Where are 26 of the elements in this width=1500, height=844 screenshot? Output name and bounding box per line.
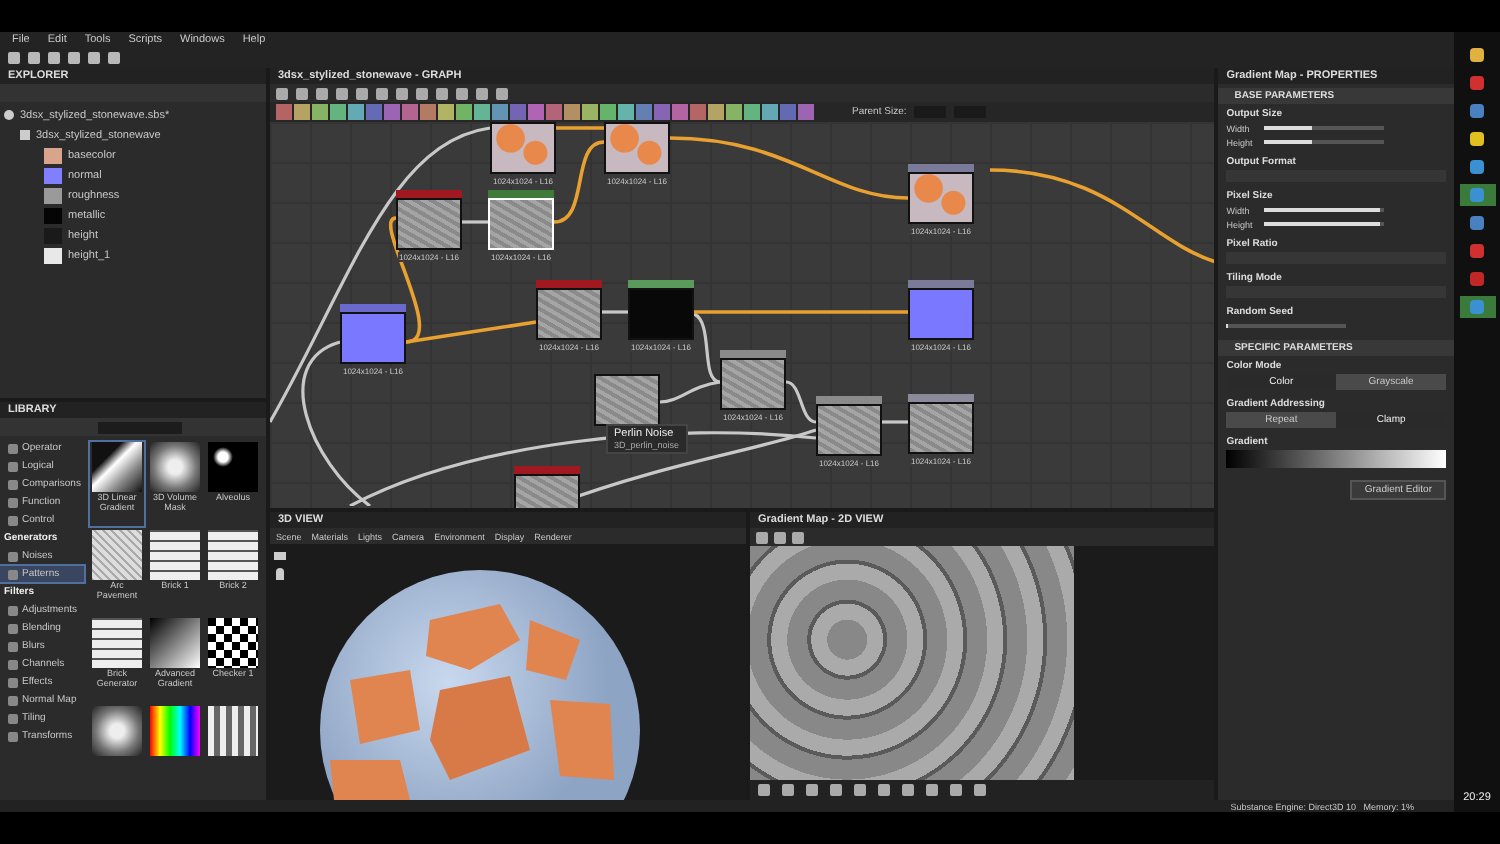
node-thumbnail [628, 288, 694, 340]
node-thumbnail [536, 288, 602, 340]
package-icon [4, 110, 14, 120]
node-wire [785, 380, 817, 424]
node-thumbnail [490, 122, 556, 174]
light-icon[interactable] [276, 568, 284, 580]
node-wire [553, 140, 605, 224]
node-thumbnail [908, 172, 974, 224]
gradient-bar[interactable] [1226, 450, 1446, 468]
node-thumbnail [340, 312, 406, 364]
node-wire [556, 126, 604, 130]
taskbar-app[interactable] [1459, 296, 1495, 318]
graph-node[interactable] [594, 374, 660, 426]
node-wire [602, 310, 628, 314]
node-wire [882, 420, 908, 424]
node-thumbnail [720, 358, 786, 410]
node-thumbnail [488, 198, 554, 250]
node-thumbnail [604, 122, 670, 174]
node-thumbnail [908, 402, 974, 454]
node-thumbnail [396, 198, 462, 250]
graph-icon [20, 130, 30, 140]
node-thumbnail [908, 288, 974, 340]
node-thumbnail [594, 374, 660, 426]
graph-node[interactable] [514, 466, 580, 508]
node-thumbnail [816, 404, 882, 456]
taskbar-app[interactable] [1459, 184, 1495, 206]
